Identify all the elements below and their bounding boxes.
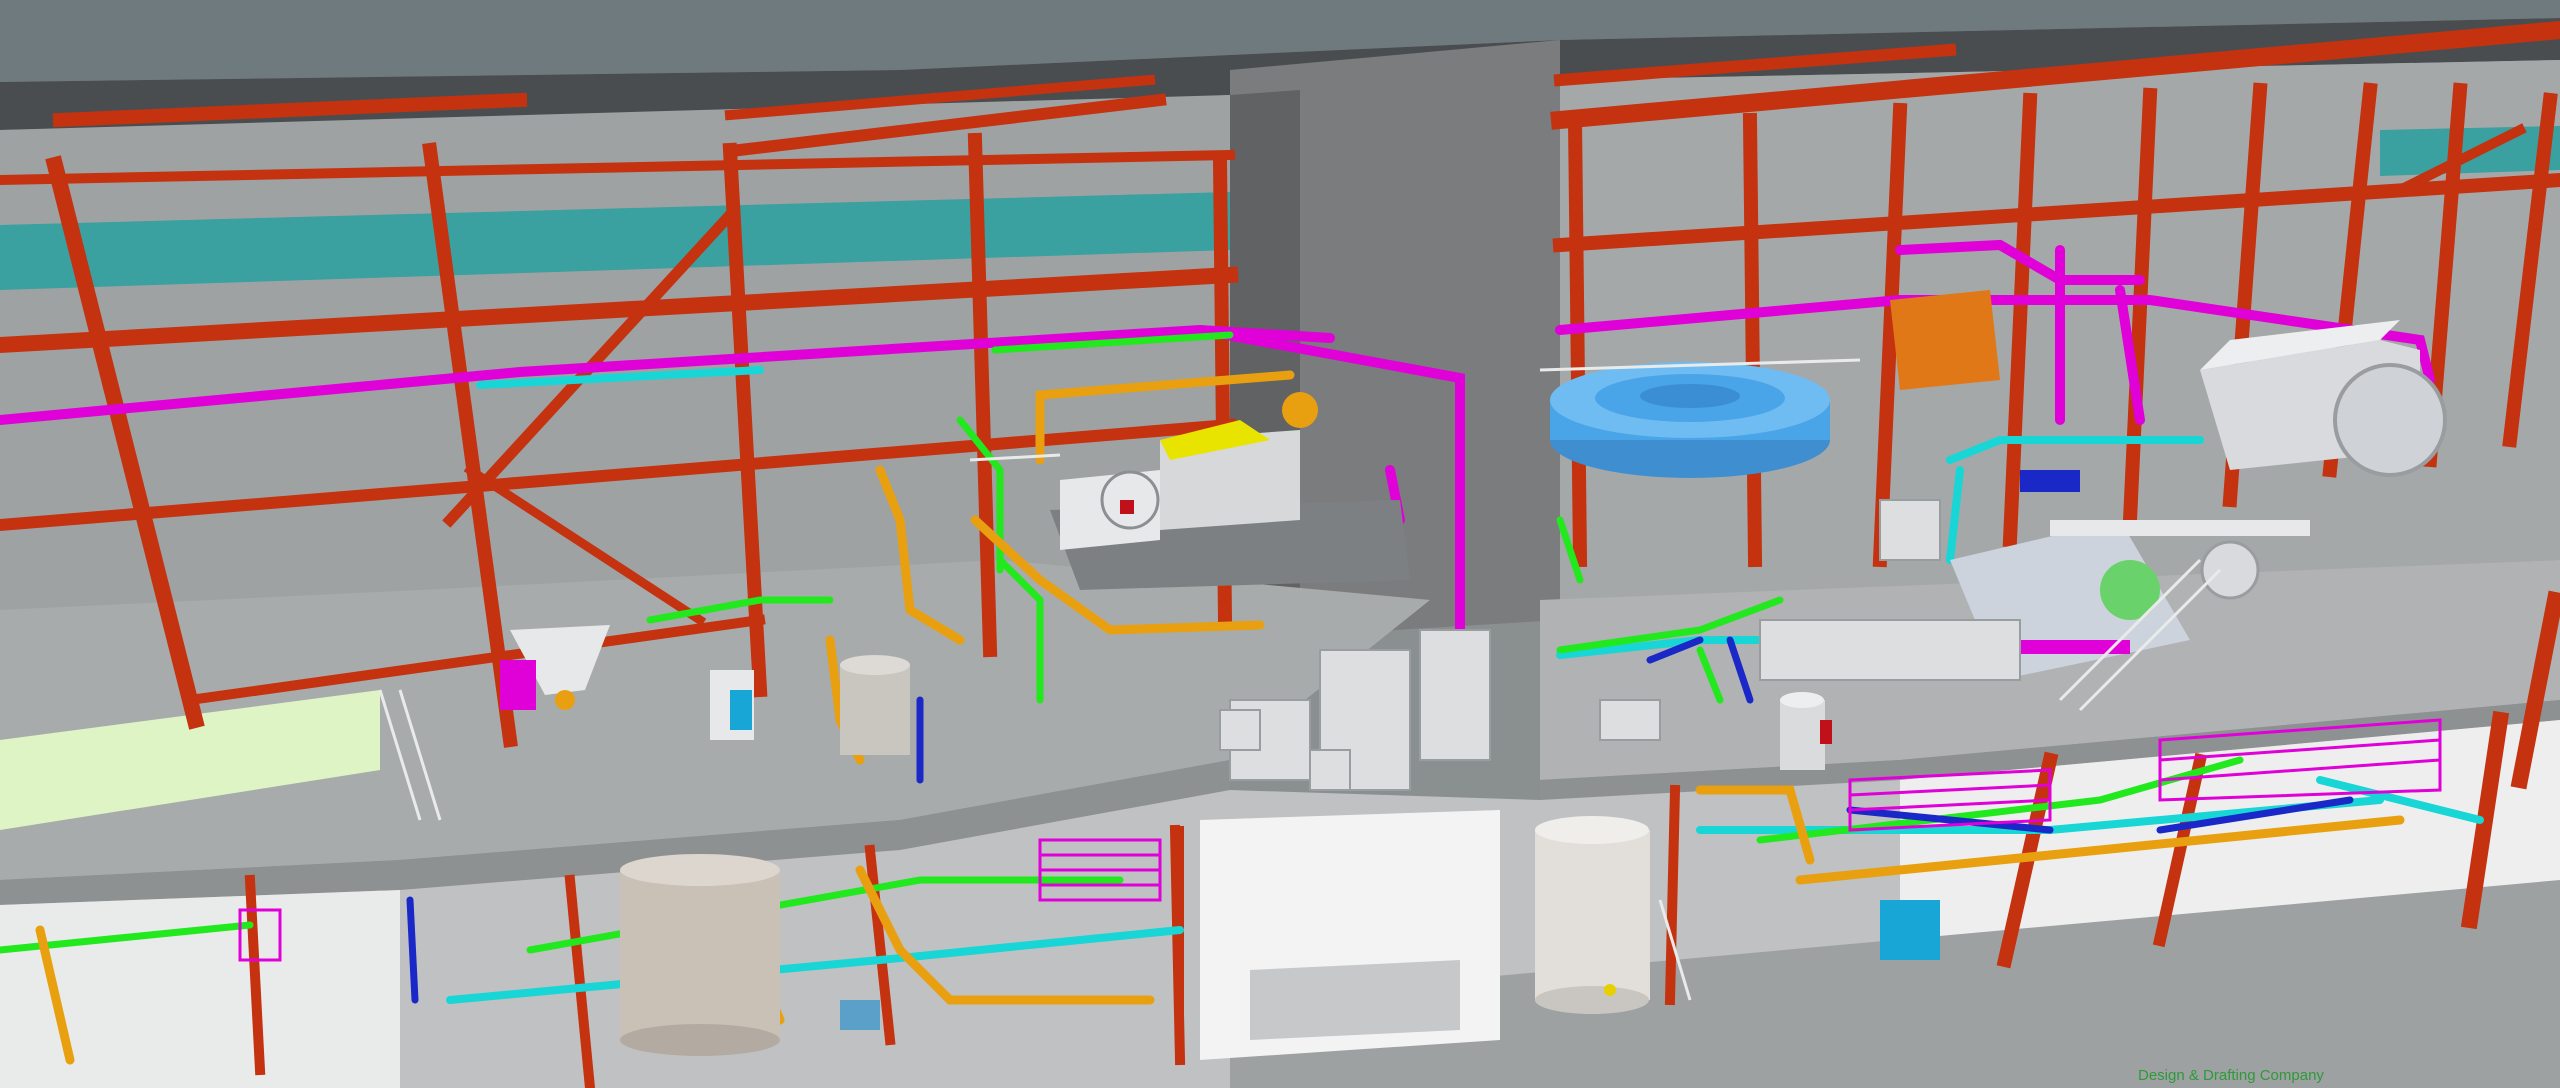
orange-hood [1890,290,2000,390]
storage-tank-lower-left [620,854,780,1056]
plant-3d-model-viewport[interactable]: Design & Drafting Company [0,0,2560,1088]
watermark-text: Design & Drafting Company [2138,1067,2324,1084]
clarifier-tank [1550,362,1830,478]
shaft-pit-inner [1250,960,1460,1040]
lower-white-wall-left [0,890,400,1088]
plant-model-render [0,0,2560,1088]
storage-tank-lower-center [1535,816,1650,1014]
